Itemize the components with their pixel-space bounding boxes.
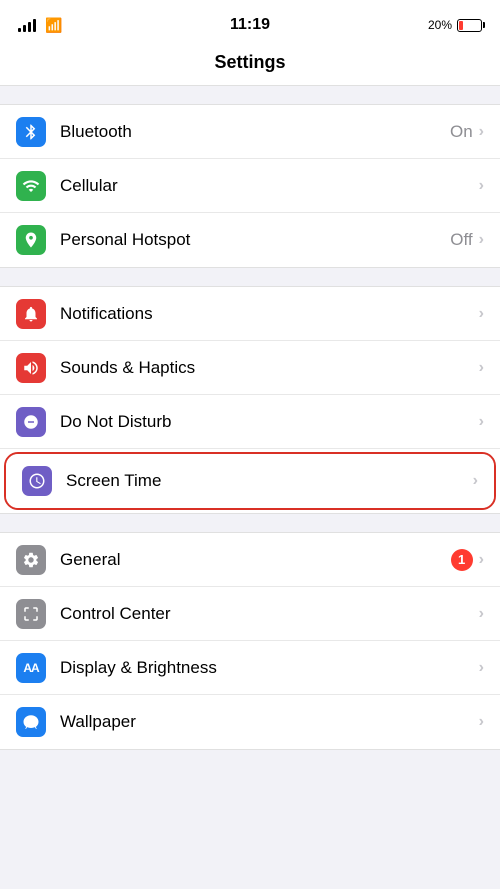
screentime-highlight: Screen Time ›	[4, 452, 496, 510]
donotdisturb-icon	[16, 407, 46, 437]
notifications-chevron: ›	[479, 305, 484, 323]
bluetooth-label: Bluetooth	[60, 122, 450, 142]
sounds-icon	[16, 353, 46, 383]
settings-group-notifications: Notifications › Sounds & Haptics › Do No…	[0, 286, 500, 514]
settings-row-display[interactable]: AA Display & Brightness ›	[0, 641, 500, 695]
signal-area: 📶	[18, 17, 62, 34]
settings-row-wallpaper[interactable]: Wallpaper ›	[0, 695, 500, 749]
donotdisturb-chevron: ›	[479, 413, 484, 431]
status-bar: 📶 11:19 20%	[0, 0, 500, 44]
settings-row-notifications[interactable]: Notifications ›	[0, 287, 500, 341]
settings-row-donotdisturb[interactable]: Do Not Disturb ›	[0, 395, 500, 449]
general-icon	[16, 545, 46, 575]
signal-bars	[18, 18, 36, 32]
bluetooth-chevron: ›	[479, 123, 484, 141]
hotspot-label: Personal Hotspot	[60, 230, 450, 250]
bar4	[33, 19, 36, 32]
general-label: General	[60, 550, 451, 570]
screentime-icon	[22, 466, 52, 496]
bluetooth-value: On	[450, 122, 473, 142]
general-badge: 1	[451, 549, 473, 571]
cellular-chevron: ›	[479, 177, 484, 195]
settings-row-controlcenter[interactable]: Control Center ›	[0, 587, 500, 641]
screentime-label: Screen Time	[66, 471, 473, 491]
battery-area: 20%	[428, 18, 482, 32]
wallpaper-chevron: ›	[479, 713, 484, 731]
page-title: Settings	[214, 52, 285, 72]
controlcenter-chevron: ›	[479, 605, 484, 623]
sounds-label: Sounds & Haptics	[60, 358, 479, 378]
settings-row-bluetooth[interactable]: Bluetooth On ›	[0, 105, 500, 159]
settings-group-general: General 1 › Control Center › AA Display …	[0, 532, 500, 750]
settings-row-sounds[interactable]: Sounds & Haptics ›	[0, 341, 500, 395]
hotspot-value: Off	[450, 230, 472, 250]
display-label: Display & Brightness	[60, 658, 479, 678]
bar3	[28, 22, 31, 32]
controlcenter-label: Control Center	[60, 604, 479, 624]
bar1	[18, 28, 21, 32]
hotspot-icon	[16, 225, 46, 255]
cellular-label: Cellular	[60, 176, 473, 196]
settings-group-connectivity: Bluetooth On › Cellular › Personal Hotsp…	[0, 104, 500, 268]
display-chevron: ›	[479, 659, 484, 677]
wallpaper-label: Wallpaper	[60, 712, 479, 732]
status-time: 11:19	[230, 16, 270, 34]
bluetooth-icon	[16, 117, 46, 147]
settings-row-cellular[interactable]: Cellular ›	[0, 159, 500, 213]
settings-row-hotspot[interactable]: Personal Hotspot Off ›	[0, 213, 500, 267]
page-title-bar: Settings	[0, 44, 500, 86]
battery-percent-label: 20%	[428, 18, 452, 32]
cellular-icon	[16, 171, 46, 201]
notifications-label: Notifications	[60, 304, 479, 324]
wifi-icon: 📶	[45, 17, 62, 34]
battery-icon	[457, 19, 482, 32]
donotdisturb-label: Do Not Disturb	[60, 412, 479, 432]
sounds-chevron: ›	[479, 359, 484, 377]
screentime-chevron: ›	[473, 472, 478, 490]
wallpaper-icon	[16, 707, 46, 737]
screentime-wrapper: Screen Time ›	[0, 449, 500, 513]
controlcenter-icon	[16, 599, 46, 629]
display-icon: AA	[16, 653, 46, 683]
settings-row-screentime[interactable]: Screen Time ›	[6, 454, 494, 508]
settings-row-general[interactable]: General 1 ›	[0, 533, 500, 587]
bar2	[23, 25, 26, 32]
notifications-icon	[16, 299, 46, 329]
general-chevron: ›	[479, 551, 484, 569]
hotspot-chevron: ›	[479, 231, 484, 249]
battery-fill	[459, 21, 463, 30]
